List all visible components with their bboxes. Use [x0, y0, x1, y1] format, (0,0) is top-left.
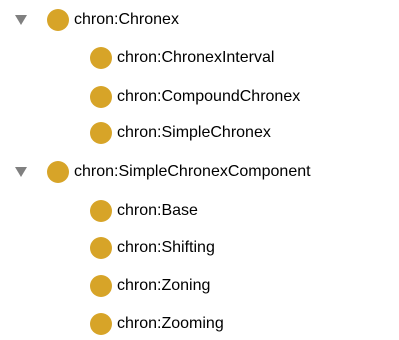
class-circle-icon — [90, 275, 112, 297]
tree-node-simple-chronex-component[interactable]: chron:SimpleChronexComponent — [47, 159, 311, 185]
class-circle-icon — [47, 9, 69, 31]
tree-node-label: chron:Zoning — [117, 277, 211, 294]
tree-node-label: chron:Base — [117, 202, 198, 219]
tree-node-shifting[interactable]: chron:Shifting — [90, 235, 215, 261]
tree-node-compound-chronex[interactable]: chron:CompoundChronex — [90, 84, 300, 110]
expand-toggle-simple-chronex-component[interactable] — [14, 166, 28, 178]
triangle-down-icon — [15, 167, 27, 177]
tree-node-label: chron:Shifting — [117, 239, 215, 256]
tree-node-chronex-interval[interactable]: chron:ChronexInterval — [90, 45, 274, 71]
tree-node-label: chron:SimpleChronexComponent — [74, 163, 311, 180]
tree-node-label: chron:SimpleChronex — [117, 124, 271, 141]
tree-node-label: chron:Zooming — [117, 315, 224, 332]
class-circle-icon — [47, 161, 69, 183]
tree-node-label: chron:CompoundChronex — [117, 88, 301, 105]
class-circle-icon — [90, 313, 112, 335]
tree-node-zoning[interactable]: chron:Zoning — [90, 273, 210, 299]
class-circle-icon — [90, 200, 112, 222]
triangle-down-icon — [15, 15, 27, 25]
tree-node-simple-chronex[interactable]: chron:SimpleChronex — [90, 120, 271, 146]
tree-node-base[interactable]: chron:Base — [90, 198, 198, 224]
class-hierarchy-tree: chron:Chronex chron:ChronexInterval chro… — [0, 0, 399, 340]
tree-node-label: chron:ChronexInterval — [117, 49, 275, 66]
tree-node-zooming[interactable]: chron:Zooming — [90, 311, 224, 337]
tree-node-chronex[interactable]: chron:Chronex — [47, 7, 179, 33]
expand-toggle-chronex[interactable] — [14, 14, 28, 26]
class-circle-icon — [90, 122, 112, 144]
class-circle-icon — [90, 47, 112, 69]
class-circle-icon — [90, 237, 112, 259]
tree-node-label: chron:Chronex — [74, 11, 179, 28]
class-circle-icon — [90, 86, 112, 108]
